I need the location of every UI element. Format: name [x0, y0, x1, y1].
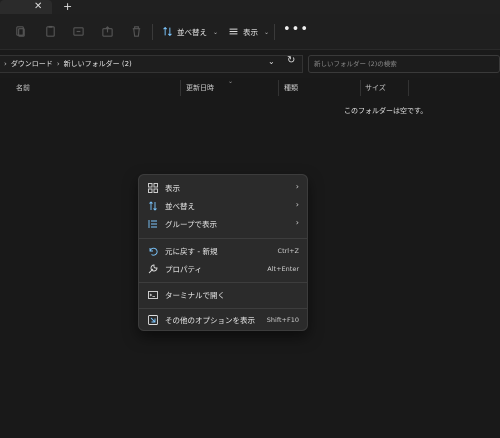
menu-item-label: グループで表示	[165, 219, 218, 229]
command-bar: 並べ替え ⌄ 表示 ⌄ •••	[0, 14, 500, 50]
column-name[interactable]: 名前	[16, 83, 30, 93]
undo-icon	[147, 245, 159, 257]
tab-current[interactable]: ✕	[0, 0, 52, 14]
more-options-icon	[147, 314, 159, 326]
empty-folder-message: このフォルダーは空です。	[344, 107, 428, 115]
toolbar-divider	[274, 24, 275, 40]
menu-item-sort[interactable]: 並べ替え ›	[143, 197, 305, 215]
chevron-right-icon: ›	[295, 200, 299, 209]
chevron-down-icon: ⌄	[264, 28, 270, 36]
delete-icon[interactable]	[130, 25, 143, 38]
menu-item-view[interactable]: 表示 ›	[143, 179, 305, 197]
column-size[interactable]: サイズ	[365, 83, 386, 93]
context-menu: 表示 › 並べ替え › グループで表示 › 元に戻す - 新規 Ctrl+Z プ…	[138, 174, 308, 331]
menu-divider	[139, 282, 307, 283]
column-divider[interactable]	[278, 80, 279, 96]
menu-item-undo[interactable]: 元に戻す - 新規 Ctrl+Z	[143, 242, 305, 260]
shortcut-label: Shift+F10	[266, 316, 299, 324]
menu-item-show-more-options[interactable]: その他のオプションを表示 Shift+F10	[143, 311, 305, 329]
sort-label: 並べ替え	[177, 27, 207, 37]
address-bar[interactable]: › ダウンロード › 新しいフォルダー (2)	[0, 55, 303, 73]
sort-button[interactable]: 並べ替え ⌄	[162, 24, 218, 40]
chevron-down-icon: ⌄	[213, 28, 219, 36]
column-headers: ⌄ 名前 更新日時 種類 サイズ	[0, 78, 500, 96]
column-modified[interactable]: 更新日時	[186, 83, 214, 93]
address-row: › ダウンロード › 新しいフォルダー (2) ⌄ ↻ 新しいフォルダー (2)…	[0, 50, 500, 78]
breadcrumb-downloads[interactable]: ダウンロード	[11, 59, 53, 69]
sort-caret-icon: ⌄	[228, 78, 234, 85]
menu-item-properties[interactable]: プロパティ Alt+Enter	[143, 260, 305, 278]
view-label: 表示	[243, 27, 258, 37]
shortcut-label: Alt+Enter	[267, 265, 299, 273]
sort-icon	[162, 26, 173, 39]
column-type[interactable]: 種類	[284, 83, 298, 93]
more-icon[interactable]: •••	[283, 23, 309, 37]
group-icon	[147, 218, 159, 230]
copy-icon[interactable]	[44, 25, 57, 38]
breadcrumb-new-folder[interactable]: 新しいフォルダー (2)	[64, 59, 132, 69]
wrench-icon	[147, 263, 159, 275]
menu-divider	[139, 238, 307, 239]
close-icon[interactable]: ✕	[34, 1, 42, 13]
share-icon[interactable]	[101, 25, 114, 38]
menu-item-label: その他のオプションを表示	[165, 315, 255, 325]
menu-item-label: ターミナルで開く	[165, 290, 225, 300]
shortcut-label: Ctrl+Z	[277, 247, 299, 255]
cut-icon[interactable]	[14, 25, 27, 38]
chevron-right-icon[interactable]: ›	[4, 60, 7, 68]
column-divider[interactable]	[360, 80, 361, 96]
terminal-icon	[147, 289, 159, 301]
toolbar-divider	[152, 24, 153, 40]
menu-item-label: 並べ替え	[165, 201, 195, 211]
view-icon	[228, 26, 239, 39]
chevron-right-icon: ›	[295, 182, 299, 191]
menu-divider	[139, 308, 307, 309]
grid-icon	[147, 182, 159, 194]
chevron-down-icon[interactable]: ⌄	[268, 57, 275, 66]
sort-icon	[147, 200, 159, 212]
column-divider[interactable]	[408, 80, 409, 96]
menu-item-open-terminal[interactable]: ターミナルで開く	[143, 286, 305, 304]
paste-icon[interactable]	[72, 25, 85, 38]
menu-item-label: 表示	[165, 183, 180, 193]
column-divider[interactable]	[180, 80, 181, 96]
chevron-right-icon: ›	[295, 218, 299, 227]
chevron-right-icon[interactable]: ›	[57, 60, 60, 68]
refresh-icon[interactable]: ↻	[287, 55, 295, 66]
menu-item-label: 元に戻す - 新規	[165, 246, 218, 256]
menu-item-label: プロパティ	[165, 264, 203, 274]
view-button[interactable]: 表示 ⌄	[228, 24, 269, 40]
tab-bar: ✕ +	[0, 0, 500, 14]
search-input[interactable]: 新しいフォルダー (2)の検索	[308, 55, 500, 73]
new-tab-icon[interactable]: +	[63, 0, 72, 13]
menu-item-group-by[interactable]: グループで表示 ›	[143, 215, 305, 233]
